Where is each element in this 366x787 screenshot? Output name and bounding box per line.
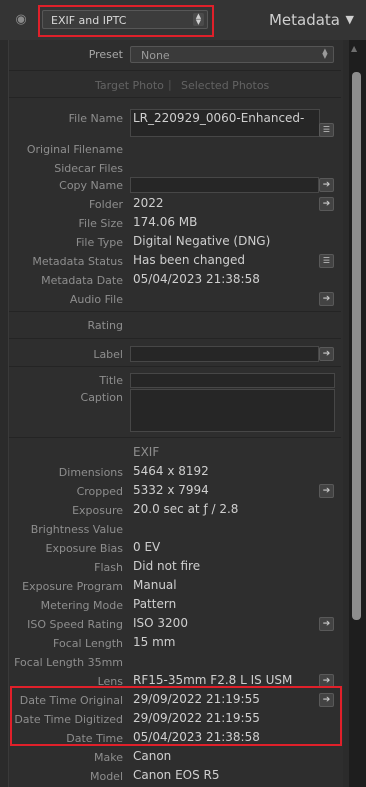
divider — [9, 97, 341, 98]
field-label-metadata-status: Metadata Status — [32, 255, 123, 268]
list-icon[interactable]: ☰ — [319, 254, 334, 268]
field-label-exposure-program: Exposure Program — [22, 580, 123, 593]
field-label-model: Model — [89, 770, 123, 783]
scroll-up-icon[interactable]: ▲ — [351, 44, 357, 53]
divider — [9, 338, 341, 339]
field-label-folder: Folder — [89, 198, 123, 211]
lens-value: RF15-35mm F2.8 L IS USM — [133, 673, 293, 687]
selected-photos-toggle[interactable]: Selected Photos — [181, 79, 269, 92]
panel-title: Metadata — [268, 11, 340, 29]
field-label-file-type: File Type — [75, 236, 123, 249]
exif-heading: EXIF — [133, 445, 160, 459]
preset-select-value: None — [141, 49, 170, 62]
field-label-original-filename: Original Filename — [26, 143, 123, 156]
triangle-down-icon[interactable]: ▼ — [346, 13, 354, 26]
field-label-sidecar-files: Sidecar Files — [54, 162, 123, 175]
field-label-metering-mode: Metering Mode — [40, 599, 123, 612]
divider — [9, 70, 341, 71]
model-value: Canon EOS R5 — [133, 768, 220, 782]
divider — [9, 311, 341, 312]
exposure-program-value: Manual — [133, 578, 177, 592]
iso-value: ISO 3200 — [133, 616, 188, 630]
field-label-file-name: File Name — [68, 112, 123, 125]
field-label-metadata-date: Metadata Date — [41, 274, 123, 287]
arrow-right-icon[interactable]: ➔ — [319, 178, 334, 192]
exposure-bias-value: 0 EV — [133, 540, 161, 554]
preset-select[interactable]: None ▲ ▼ — [130, 46, 334, 63]
field-label-focal-length-35: Focal Length 35mm — [14, 656, 123, 669]
field-label-label: Label — [93, 348, 123, 361]
updown-arrows-icon: ▲ ▼ — [322, 47, 328, 60]
preset-label: Preset — [88, 48, 123, 61]
arrow-right-icon[interactable]: ➔ — [319, 484, 334, 498]
file-type-value: Digital Negative (DNG) — [133, 234, 271, 248]
target-separator: | — [168, 78, 172, 91]
list-icon[interactable]: ☰ — [319, 123, 334, 137]
exposure-value: 20.0 sec at ƒ / 2.8 — [133, 502, 239, 516]
folder-value: 2022 — [133, 196, 164, 210]
metering-mode-value: Pattern — [133, 597, 177, 611]
arrow-right-icon[interactable]: ➔ — [319, 292, 334, 306]
flash-value: Did not fire — [133, 559, 201, 573]
label-field[interactable] — [130, 346, 319, 362]
field-label-cropped: Cropped — [76, 485, 123, 498]
field-label-flash: Flash — [94, 561, 123, 574]
field-label-audio-file: Audio File — [69, 293, 123, 306]
arrow-right-icon[interactable]: ➔ — [319, 197, 334, 211]
file-name-value: LR_220929_0060-Enhanced- — [133, 111, 305, 125]
metadata-date-value: 05/04/2023 21:38:58 — [133, 272, 260, 286]
scroll-thumb[interactable] — [352, 72, 361, 620]
arrow-right-icon[interactable]: ➔ — [319, 617, 334, 631]
caption-field[interactable] — [130, 389, 335, 432]
field-label-focal-length: Focal Length — [53, 637, 123, 650]
field-label-iso: ISO Speed Rating — [27, 618, 123, 631]
target-photo-toggle[interactable]: Target Photo — [95, 79, 164, 92]
field-label-dimensions: Dimensions — [58, 466, 123, 479]
field-label-exposure: Exposure — [72, 504, 123, 517]
field-label-file-size: File Size — [78, 217, 123, 230]
arrow-right-icon[interactable]: ➔ — [319, 347, 334, 361]
highlight-box-dates — [10, 686, 342, 746]
title-field[interactable] — [130, 373, 335, 388]
eye-icon[interactable]: ◉ — [13, 12, 29, 28]
field-label-copy-name: Copy Name — [59, 179, 123, 192]
focal-length-value: 15 mm — [133, 635, 176, 649]
divider — [9, 366, 341, 367]
field-label-brightness-value: Brightness Value — [30, 523, 123, 536]
metadata-status-value: Has been changed — [133, 253, 246, 267]
cropped-value: 5332 x 7994 — [133, 483, 209, 497]
highlight-box-top — [38, 5, 214, 37]
file-size-value: 174.06 MB — [133, 215, 198, 229]
field-label-exposure-bias: Exposure Bias — [45, 542, 124, 555]
field-label-rating: Rating — [87, 319, 123, 332]
copy-name-field[interactable] — [130, 177, 319, 193]
make-value: Canon — [133, 749, 172, 763]
dimensions-value: 5464 x 8192 — [133, 464, 209, 478]
field-label-caption: Caption — [80, 391, 123, 404]
field-label-title: Title — [99, 374, 123, 387]
field-label-make: Make — [94, 751, 123, 764]
divider — [9, 437, 341, 438]
